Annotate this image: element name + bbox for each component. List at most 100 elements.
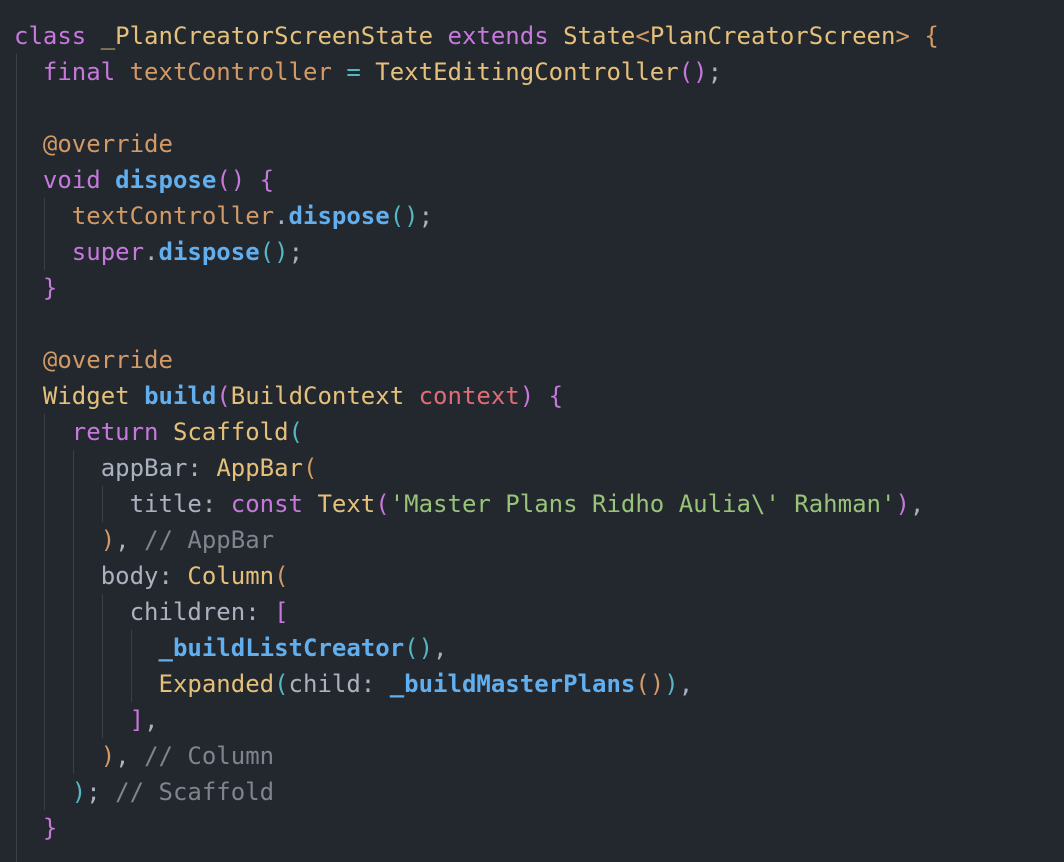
code-token: dispose xyxy=(158,238,260,266)
code-token: ( xyxy=(216,166,231,194)
code-token: , xyxy=(144,706,159,734)
code-token: : xyxy=(201,490,231,518)
code-line[interactable]: } xyxy=(14,270,57,306)
code-line[interactable]: ], xyxy=(14,702,159,738)
code-token: ( xyxy=(274,670,289,698)
code-token: Column xyxy=(187,562,275,590)
code-line[interactable]: textController.dispose(); xyxy=(14,198,433,234)
code-token: @override xyxy=(42,130,173,158)
code-token: , xyxy=(115,742,145,770)
code-line[interactable]: return Scaffold( xyxy=(14,414,303,450)
code-line[interactable]: ), // AppBar xyxy=(14,522,274,558)
code-token: : xyxy=(245,598,275,626)
code-line[interactable]: } xyxy=(14,810,57,846)
code-line[interactable]: void dispose() { xyxy=(14,162,274,198)
code-token: children xyxy=(129,598,246,626)
code-line[interactable]: Expanded(child: _buildMasterPlans()), xyxy=(14,666,694,702)
code-token: ) xyxy=(230,166,246,194)
code-token: ) xyxy=(693,58,708,86)
code-token: _buildListCreator xyxy=(158,634,405,662)
code-token: child xyxy=(288,670,361,698)
code-line[interactable]: ); // Scaffold xyxy=(14,774,274,810)
code-token: dispose xyxy=(288,202,390,230)
code-token: ( xyxy=(259,238,275,266)
code-token: : xyxy=(187,454,217,482)
code-token: ( xyxy=(389,202,405,230)
code-token: ) xyxy=(274,238,289,266)
code-token: ( xyxy=(678,58,694,86)
code-token: ( xyxy=(274,562,289,590)
code-token: ) xyxy=(418,634,434,662)
code-token: _buildMasterPlans xyxy=(389,670,636,698)
code-token: appBar xyxy=(100,454,188,482)
code-line[interactable]: Widget build(BuildContext context) { xyxy=(14,378,563,414)
code-line[interactable]: ), // Column xyxy=(14,738,274,774)
code-line[interactable]: appBar: AppBar( xyxy=(14,450,318,486)
code-line[interactable]: super.dispose(); xyxy=(14,234,303,270)
code-token: return xyxy=(71,418,159,446)
code-token: ) xyxy=(649,670,665,698)
code-line[interactable]: title: const Text('Master Plans Ridho Au… xyxy=(14,486,925,522)
code-token: Widget xyxy=(42,382,130,410)
code-token: Text xyxy=(317,490,376,518)
code-token: . xyxy=(274,202,289,230)
code-line[interactable]: body: Column( xyxy=(14,558,289,594)
code-line[interactable]: @override xyxy=(14,126,173,162)
code-token: class xyxy=(14,22,87,50)
code-token: // AppBar xyxy=(144,526,275,554)
code-token: [ xyxy=(274,598,289,626)
code-editor[interactable]: class _PlanCreatorScreenState extends St… xyxy=(0,0,1064,862)
code-token: ) xyxy=(664,670,679,698)
code-token: State xyxy=(563,22,636,50)
code-token: ; xyxy=(288,238,304,266)
code-token: build xyxy=(144,382,217,410)
code-line[interactable]: children: [ xyxy=(14,594,289,630)
code-token: , xyxy=(115,526,145,554)
code-line[interactable]: final textController = TextEditingContro… xyxy=(14,54,722,90)
code-token: extends xyxy=(447,22,549,50)
code-token: ( xyxy=(404,634,419,662)
code-token: ; xyxy=(86,778,116,806)
code-token: AppBar xyxy=(216,454,304,482)
code-token: { xyxy=(548,382,564,410)
code-token: // Scaffold xyxy=(115,778,275,806)
code-token: title xyxy=(129,490,202,518)
code-token: // Column xyxy=(144,742,275,770)
code-token: Scaffold xyxy=(172,418,289,446)
code-token: ) xyxy=(519,382,535,410)
code-token: context xyxy=(418,382,520,410)
code-line[interactable]: _buildListCreator(), xyxy=(14,630,448,666)
code-token: _PlanCreatorScreenState xyxy=(100,22,434,50)
code-token: dispose xyxy=(115,166,217,194)
code-token: TextEditingController xyxy=(375,58,679,86)
code-token: ; xyxy=(707,58,723,86)
code-token: = xyxy=(346,58,361,86)
code-token: ; xyxy=(418,202,434,230)
code-line[interactable]: @override xyxy=(14,342,173,378)
code-line[interactable]: class _PlanCreatorScreenState extends St… xyxy=(14,18,939,54)
code-token: textController xyxy=(129,58,332,86)
code-token: const xyxy=(230,490,303,518)
